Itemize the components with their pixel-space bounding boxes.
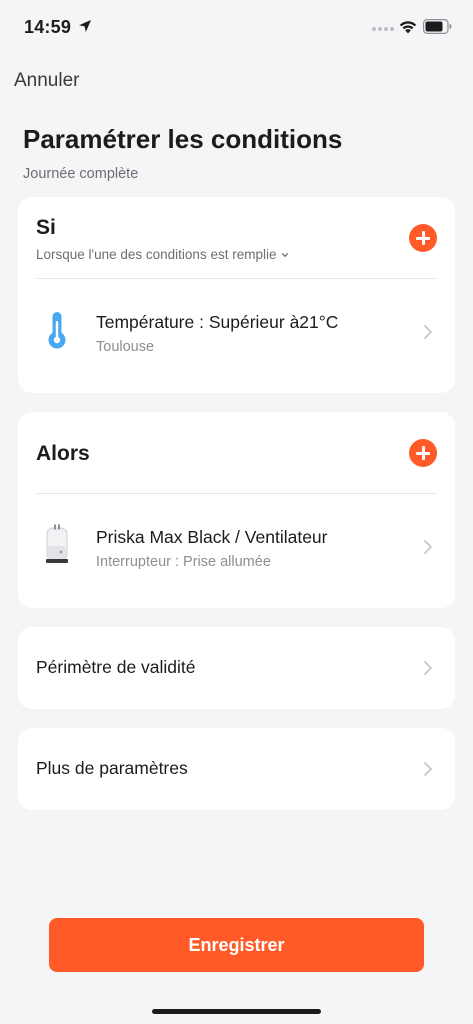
thermometer-icon bbox=[48, 312, 66, 349]
page-title: Paramétrer les conditions bbox=[23, 124, 343, 154]
validity-scope-card: Périmètre de validité bbox=[18, 627, 455, 709]
chevron-right-icon bbox=[424, 762, 432, 776]
chevron-down-icon bbox=[282, 252, 289, 257]
then-actions-card: Alors Priska Max Black / Ventilateur Int… bbox=[18, 412, 455, 608]
home-indicator bbox=[152, 1009, 321, 1014]
chevron-right-icon bbox=[424, 540, 432, 554]
status-time: 14:59 bbox=[24, 17, 72, 37]
validity-scope-label: Périmètre de validité bbox=[36, 657, 196, 677]
page-subtitle: Journée complète bbox=[23, 166, 139, 182]
then-section-title: Alors bbox=[36, 442, 90, 465]
condition-title: Température : Supérieur à21°C bbox=[96, 312, 339, 332]
if-section-title: Si bbox=[36, 216, 56, 239]
chevron-right-icon bbox=[424, 325, 432, 339]
battery-icon bbox=[423, 19, 452, 34]
save-button[interactable]: Enregistrer bbox=[49, 918, 424, 972]
smart-plug-icon bbox=[46, 524, 68, 563]
condition-subtitle: Toulouse bbox=[96, 339, 155, 355]
validity-scope-row[interactable]: Périmètre de validité bbox=[18, 627, 455, 709]
wifi-icon bbox=[399, 21, 417, 34]
scene-conditions-screen: 14:59 Annuler Paramétrer les conditions … bbox=[0, 0, 473, 1024]
condition-row-temperature[interactable]: Température : Supérieur à21°C Toulouse bbox=[18, 279, 455, 393]
action-row-smart-plug[interactable]: Priska Max Black / Ventilateur Interrupt… bbox=[18, 494, 455, 608]
more-settings-label: Plus de paramètres bbox=[36, 758, 188, 778]
more-settings-card: Plus de paramètres bbox=[18, 728, 455, 810]
status-bar: 14:59 bbox=[0, 0, 473, 56]
condition-mode-label: Lorsque l'une des conditions est remplie bbox=[36, 247, 277, 262]
action-title: Priska Max Black / Ventilateur bbox=[96, 527, 328, 547]
cellular-signal-icon bbox=[372, 27, 394, 31]
more-settings-row[interactable]: Plus de paramètres bbox=[18, 728, 455, 810]
chevron-right-icon bbox=[424, 661, 432, 675]
if-conditions-card: Si Lorsque l'une des conditions est remp… bbox=[18, 197, 455, 393]
add-condition-button[interactable] bbox=[409, 224, 437, 252]
cancel-button[interactable]: Annuler bbox=[14, 70, 80, 92]
add-action-button[interactable] bbox=[409, 439, 437, 467]
location-arrow-icon bbox=[79, 20, 91, 32]
condition-mode-dropdown[interactable]: Lorsque l'une des conditions est remplie bbox=[36, 247, 289, 262]
action-subtitle: Interrupteur : Prise allumée bbox=[96, 554, 271, 570]
